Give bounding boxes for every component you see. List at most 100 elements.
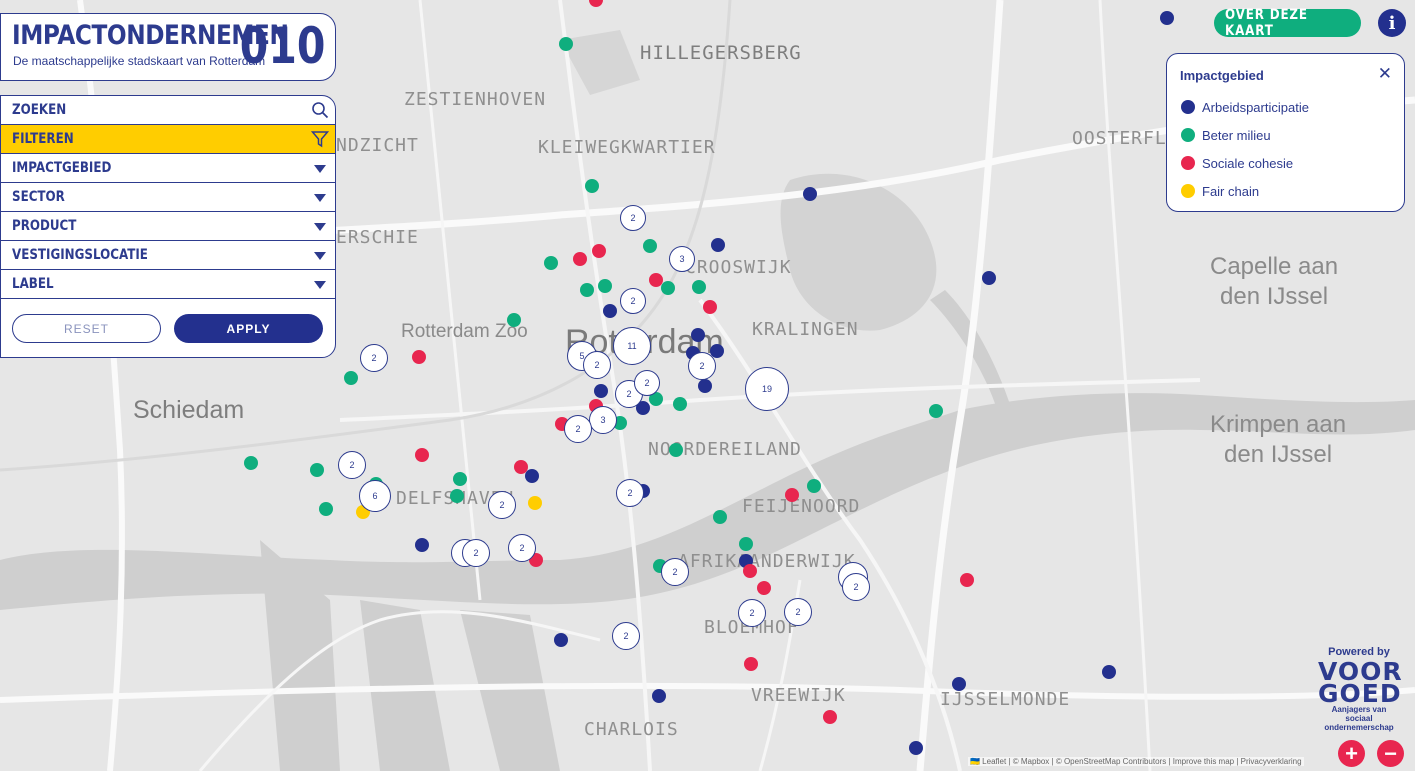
dropdown-product[interactable]: PRODUCT: [1, 212, 335, 241]
map-marker[interactable]: [807, 479, 821, 493]
apply-button[interactable]: APPLY: [174, 314, 323, 343]
road-city-5: [1098, 0, 1152, 771]
map-marker[interactable]: [554, 633, 568, 647]
map-marker[interactable]: [909, 741, 923, 755]
map-cluster[interactable]: 2: [688, 352, 716, 380]
road-ring-south: [0, 682, 1415, 703]
map-marker[interactable]: [929, 404, 943, 418]
map-marker[interactable]: [785, 488, 799, 502]
map-marker[interactable]: [344, 371, 358, 385]
map-marker[interactable]: [652, 689, 666, 703]
map-marker[interactable]: [528, 496, 542, 510]
map-marker[interactable]: [698, 379, 712, 393]
map-marker[interactable]: [952, 677, 966, 691]
map-marker[interactable]: [592, 244, 606, 258]
map-cluster[interactable]: 2: [620, 288, 646, 314]
map-cluster[interactable]: 2: [616, 479, 644, 507]
dropdown-vestigingslocatie[interactable]: VESTIGINGSLOCATIE: [1, 241, 335, 270]
map-marker[interactable]: [803, 187, 817, 201]
info-icon[interactable]: i: [1378, 9, 1406, 37]
map-marker[interactable]: [692, 280, 706, 294]
close-icon[interactable]: ✕: [1378, 64, 1392, 84]
legend-item-fair-chain[interactable]: Fair chain: [1181, 183, 1259, 199]
map-cluster[interactable]: 3: [669, 246, 695, 272]
funnel-icon[interactable]: [311, 130, 329, 148]
map-cluster[interactable]: 2: [488, 491, 516, 519]
map-cluster[interactable]: 2: [738, 599, 766, 627]
map-marker[interactable]: [757, 581, 771, 595]
powered-by-block[interactable]: Powered by VOOR GOED Aanjagers van socia…: [1318, 646, 1402, 732]
map-marker[interactable]: [580, 283, 594, 297]
search-icon[interactable]: [311, 101, 329, 119]
map-marker[interactable]: [661, 281, 675, 295]
dropdown-sector[interactable]: SECTOR: [1, 183, 335, 212]
map-marker[interactable]: [982, 271, 996, 285]
legend-title: Impactgebied: [1180, 68, 1264, 83]
label-capelle-1: Capelle aan: [1210, 253, 1339, 280]
map-marker[interactable]: [319, 502, 333, 516]
map-marker[interactable]: [573, 252, 587, 266]
map-cluster[interactable]: 11: [613, 327, 651, 365]
map-cluster[interactable]: 3: [589, 406, 617, 434]
map-cluster[interactable]: 2: [338, 451, 366, 479]
reset-button[interactable]: RESET: [12, 314, 161, 343]
map-marker[interactable]: [453, 472, 467, 486]
legend-item-arbeidsparticipatie[interactable]: Arbeidsparticipatie: [1181, 99, 1309, 115]
legend-item-sociale-cohesie[interactable]: Sociale cohesie: [1181, 155, 1293, 171]
map-marker[interactable]: [244, 456, 258, 470]
map-cluster[interactable]: 2: [842, 573, 870, 601]
map-marker[interactable]: [743, 564, 757, 578]
zoom-out-button[interactable]: −: [1377, 740, 1404, 767]
map-cluster[interactable]: 2: [634, 370, 660, 396]
map-marker[interactable]: [450, 489, 464, 503]
map-marker[interactable]: [739, 537, 753, 551]
map-marker[interactable]: [691, 328, 705, 342]
map-cluster[interactable]: 2: [564, 415, 592, 443]
label-crooswijk: CROOSWIJK: [685, 257, 792, 278]
map-cluster[interactable]: 2: [508, 534, 536, 562]
map-cluster[interactable]: 6: [359, 480, 391, 512]
map-marker[interactable]: [643, 239, 657, 253]
filter-row[interactable]: FILTEREN: [1, 125, 335, 154]
search-row[interactable]: ZOEKEN: [1, 96, 335, 125]
map-marker[interactable]: [594, 384, 608, 398]
map-attribution[interactable]: 🇺🇦 Leaflet | © Mapbox | © OpenStreetMap …: [968, 757, 1304, 766]
map-marker[interactable]: [823, 710, 837, 724]
map-cluster[interactable]: 19: [745, 367, 789, 411]
map-marker[interactable]: [507, 313, 521, 327]
map-marker[interactable]: [412, 350, 426, 364]
map-marker[interactable]: [960, 573, 974, 587]
map-marker[interactable]: [1160, 11, 1174, 25]
map-marker[interactable]: [703, 300, 717, 314]
map-cluster[interactable]: 2: [583, 351, 611, 379]
legend-item-beter-milieu[interactable]: Beter milieu: [1181, 127, 1271, 143]
map-marker[interactable]: [415, 448, 429, 462]
map-marker[interactable]: [669, 443, 683, 457]
logo-bottom: GOED: [1318, 679, 1402, 708]
map-marker[interactable]: [673, 397, 687, 411]
about-map-button[interactable]: OVER DEZE KAART: [1214, 7, 1361, 39]
map-cluster[interactable]: 2: [612, 622, 640, 650]
map-cluster[interactable]: 2: [784, 598, 812, 626]
map-marker[interactable]: [585, 179, 599, 193]
map-cluster[interactable]: 2: [462, 539, 490, 567]
map-marker[interactable]: [598, 279, 612, 293]
map-marker[interactable]: [310, 463, 324, 477]
map-marker[interactable]: [415, 538, 429, 552]
map-cluster[interactable]: 2: [661, 558, 689, 586]
dropdown-impactgebied[interactable]: IMPACTGEBIED: [1, 154, 335, 183]
map-marker[interactable]: [559, 37, 573, 51]
dropdown-label-filter[interactable]: LABEL: [1, 270, 335, 299]
map-marker[interactable]: [1102, 665, 1116, 679]
label-charlois: CHARLOIS: [584, 719, 679, 740]
map-marker[interactable]: [711, 238, 725, 252]
map-marker[interactable]: [544, 256, 558, 270]
map-marker[interactable]: [603, 304, 617, 318]
map-marker[interactable]: [744, 657, 758, 671]
zoom-in-button[interactable]: +: [1338, 740, 1365, 767]
map-marker[interactable]: [713, 510, 727, 524]
label-krimpen: Krimpen aan den IJssel: [1210, 410, 1346, 470]
map-cluster[interactable]: 2: [360, 344, 388, 372]
map-marker[interactable]: [525, 469, 539, 483]
map-cluster[interactable]: 2: [620, 205, 646, 231]
